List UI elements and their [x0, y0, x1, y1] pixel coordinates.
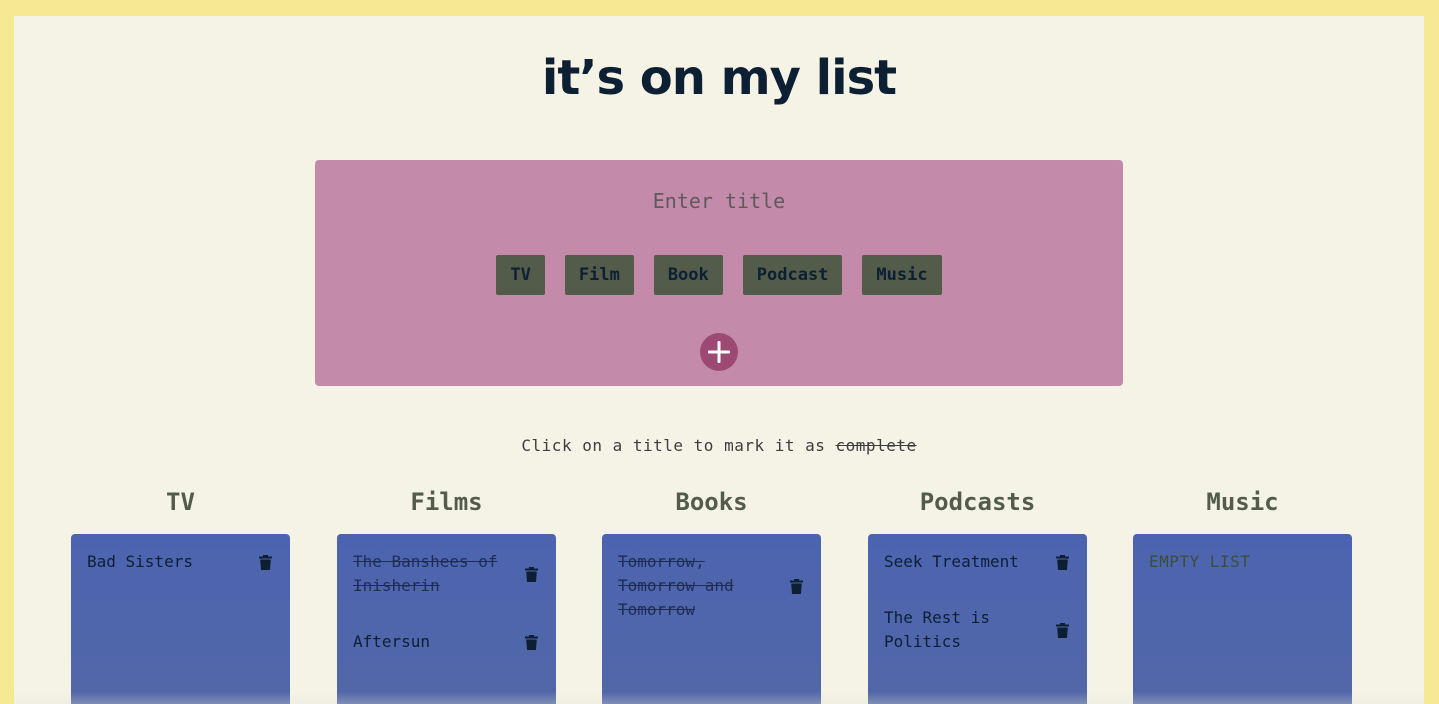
column-title-books: Books [675, 488, 748, 516]
column-card-tv: Bad Sisters [71, 534, 290, 704]
list-item: Tomorrow, Tomorrow and Tomorrow [618, 550, 805, 622]
trash-icon [789, 578, 803, 594]
column-title-music: Music [1206, 488, 1279, 516]
delete-button[interactable] [1053, 553, 1071, 571]
delete-button[interactable] [256, 553, 274, 571]
column-title-films: Films [410, 488, 483, 516]
column-card-music: EMPTY LIST [1133, 534, 1352, 704]
list-item: Seek Treatment [884, 550, 1071, 574]
list-item: The Rest is Politics [884, 606, 1071, 654]
instruction-strike-word: complete [835, 436, 917, 455]
type-button-film[interactable]: Film [564, 255, 634, 295]
delete-button[interactable] [1053, 621, 1071, 639]
trash-icon [1055, 554, 1069, 570]
add-item-form: TV Film Book Podcast Music [315, 160, 1123, 386]
trash-icon [524, 634, 538, 650]
title-input[interactable] [539, 184, 899, 218]
delete-button[interactable] [522, 565, 540, 583]
empty-list-label: EMPTY LIST [1149, 552, 1251, 571]
item-title[interactable]: Seek Treatment [884, 550, 1019, 574]
delete-button[interactable] [787, 577, 805, 595]
item-title[interactable]: Tomorrow, Tomorrow and Tomorrow [618, 550, 778, 622]
trash-icon [258, 554, 272, 570]
column-card-podcasts: Seek Treatment The Rest is Politics [868, 534, 1087, 704]
type-button-tv[interactable]: TV [496, 255, 545, 295]
column-card-films: The Banshees of Inisherin Aftersun [337, 534, 556, 704]
item-title[interactable]: The Banshees of Inisherin [353, 550, 513, 598]
app-title: it’s on my list [541, 50, 897, 106]
type-button-music[interactable]: Music [862, 255, 942, 295]
trash-icon [524, 566, 538, 582]
trash-icon [1055, 622, 1069, 638]
list-item: Bad Sisters [87, 550, 274, 574]
column-title-tv: TV [166, 488, 195, 516]
type-button-podcast[interactable]: Podcast [742, 255, 843, 295]
type-selector: TV Film Book Podcast Music [315, 255, 1123, 295]
item-title[interactable]: Bad Sisters [87, 550, 193, 574]
item-title[interactable]: The Rest is Politics [884, 606, 1044, 654]
add-button[interactable] [700, 333, 738, 371]
column-card-books: Tomorrow, Tomorrow and Tomorrow [602, 534, 821, 704]
list-item: The Banshees of Inisherin [353, 550, 540, 598]
type-button-book[interactable]: Book [653, 255, 723, 295]
list-item: Aftersun [353, 630, 540, 654]
plus-icon [708, 341, 730, 363]
item-title[interactable]: Aftersun [353, 630, 430, 654]
page: it’s on my list TV Film Book Podcast Mus… [14, 16, 1424, 704]
instruction-prefix: Click on a title to mark it as [521, 436, 836, 455]
instruction-text: Click on a title to mark it as complete [14, 436, 1424, 455]
delete-button[interactable] [522, 633, 540, 651]
column-title-podcasts: Podcasts [919, 488, 1036, 516]
